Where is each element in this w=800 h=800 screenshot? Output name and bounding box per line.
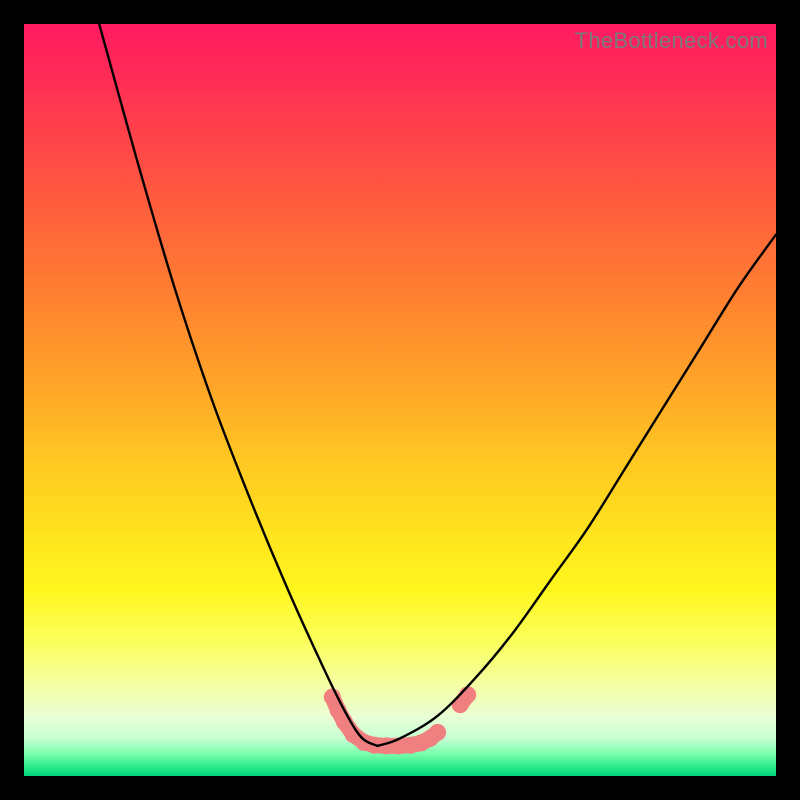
- right-arm-curve: [377, 235, 776, 746]
- left-arm-curve: [99, 24, 377, 746]
- chart-frame: TheBottleneck.com: [0, 0, 800, 800]
- marker-dot: [460, 687, 476, 703]
- marker-dot: [430, 724, 446, 740]
- marker-cluster: [324, 687, 475, 754]
- plot-area: TheBottleneck.com: [24, 24, 776, 776]
- curves-svg: [24, 24, 776, 776]
